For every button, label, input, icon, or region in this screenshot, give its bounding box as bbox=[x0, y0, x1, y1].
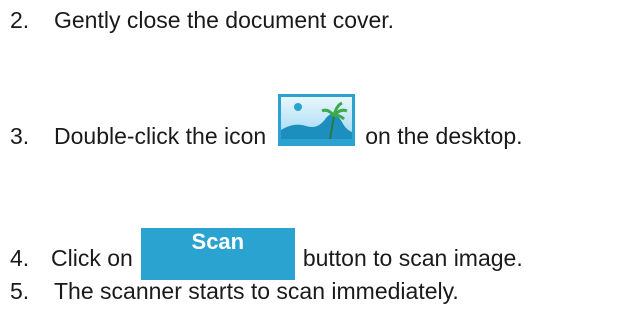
step-text: Gently close the document cover. bbox=[54, 7, 395, 33]
step-number: 5. bbox=[10, 278, 30, 304]
scan-button[interactable]: Scan bbox=[140, 228, 295, 280]
step-3: 3. Double-click the icon on the desktop. bbox=[10, 92, 523, 150]
scan-button-label: Scan bbox=[191, 229, 245, 254]
step-number: 2. bbox=[10, 7, 30, 33]
step-text-after: on the desktop. bbox=[365, 123, 523, 149]
step-text: The scanner starts to scan immediately. bbox=[54, 278, 459, 304]
image-app-icon[interactable] bbox=[274, 92, 359, 150]
step-text-after: button to scan image. bbox=[302, 245, 523, 271]
step-number: 4. bbox=[10, 245, 30, 271]
step-text-before: Double-click the icon bbox=[54, 123, 267, 149]
step-text-before: Click on bbox=[51, 245, 133, 271]
step-2: 2. Gently close the document cover. bbox=[10, 6, 394, 34]
step-4: 4. Click on Scan button to scan image. bbox=[10, 228, 523, 280]
step-number: 3. bbox=[10, 123, 30, 149]
step-5: 5. The scanner starts to scan immediately… bbox=[10, 277, 459, 305]
